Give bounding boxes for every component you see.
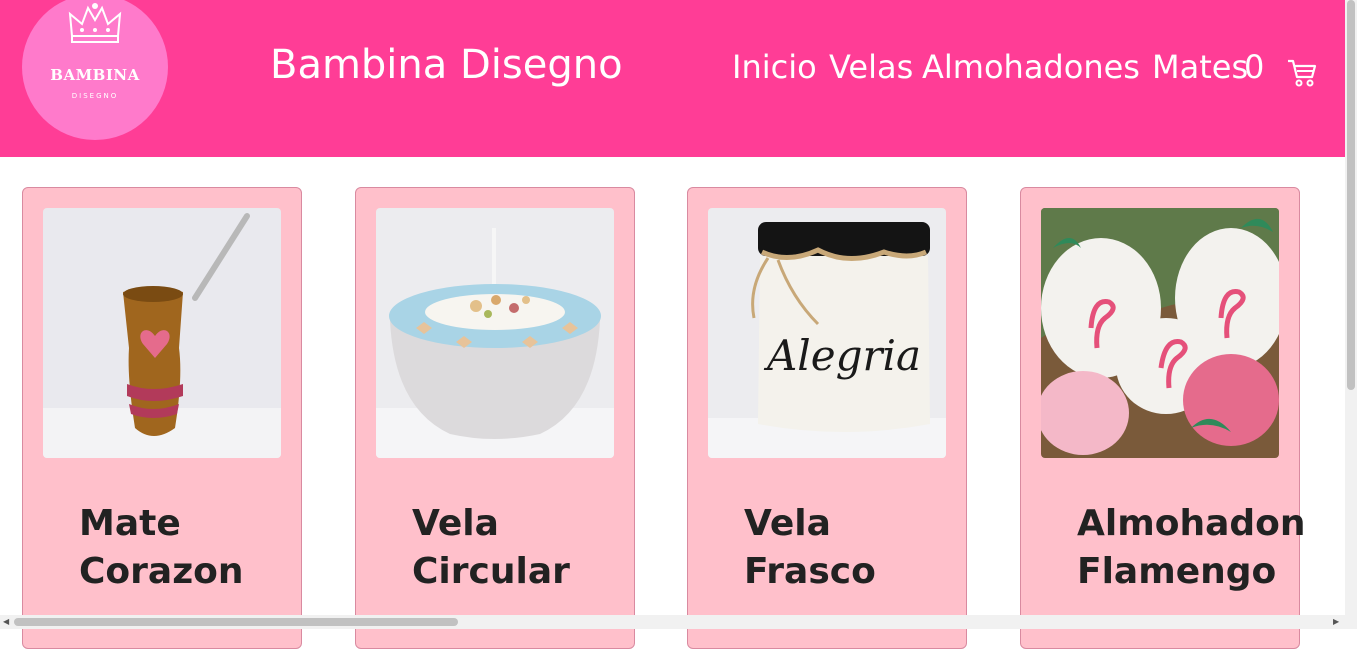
brand-logo[interactable]: BAMBINA DISEGNO: [22, 0, 168, 140]
product-image[interactable]: [43, 208, 281, 458]
brand-name[interactable]: Bambina Disegno: [270, 42, 623, 88]
nav-link-almohadones[interactable]: Almohadones: [922, 48, 1140, 86]
product-card[interactable]: Mate Corazon: [22, 187, 302, 649]
scroll-left-arrow-icon[interactable]: ◀: [3, 617, 9, 626]
product-card[interactable]: Vela Circular: [355, 187, 635, 649]
jar-label-text: Alegria: [763, 331, 921, 380]
product-image[interactable]: [1041, 208, 1279, 458]
nav-link-mates[interactable]: Mates: [1152, 48, 1248, 86]
horizontal-scrollbar-thumb[interactable]: [14, 618, 458, 626]
logo-subtext: DISEGNO: [71, 92, 119, 100]
cart-count[interactable]: 0: [1244, 48, 1264, 86]
scroll-right-arrow-icon[interactable]: ▶: [1333, 617, 1339, 626]
product-image[interactable]: Alegria: [708, 208, 946, 458]
product-title[interactable]: Mate Corazon: [79, 500, 309, 596]
product-image[interactable]: [376, 208, 614, 458]
nav-link-inicio[interactable]: Inicio: [732, 48, 817, 86]
vertical-scrollbar-thumb[interactable]: [1347, 0, 1355, 390]
product-title[interactable]: Vela Frasco: [744, 500, 974, 596]
vertical-scrollbar[interactable]: [1345, 0, 1357, 629]
site-header: BAMBINA DISEGNO Bambina Disegno Inicio V…: [0, 0, 1345, 157]
horizontal-scrollbar[interactable]: ◀ ▶: [0, 615, 1345, 629]
nav-link-velas[interactable]: Velas: [829, 48, 913, 86]
product-card[interactable]: Alegria Vela Frasco: [687, 187, 967, 649]
product-card[interactable]: Almohadon Flamengo: [1020, 187, 1306, 649]
product-title[interactable]: Vela Circular: [412, 500, 642, 596]
crown-icon: [68, 3, 122, 43]
shopping-cart-icon[interactable]: [1286, 56, 1318, 88]
logo-text: BAMBINA: [50, 66, 140, 84]
product-title[interactable]: Almohadon Flamengo: [1077, 500, 1307, 596]
